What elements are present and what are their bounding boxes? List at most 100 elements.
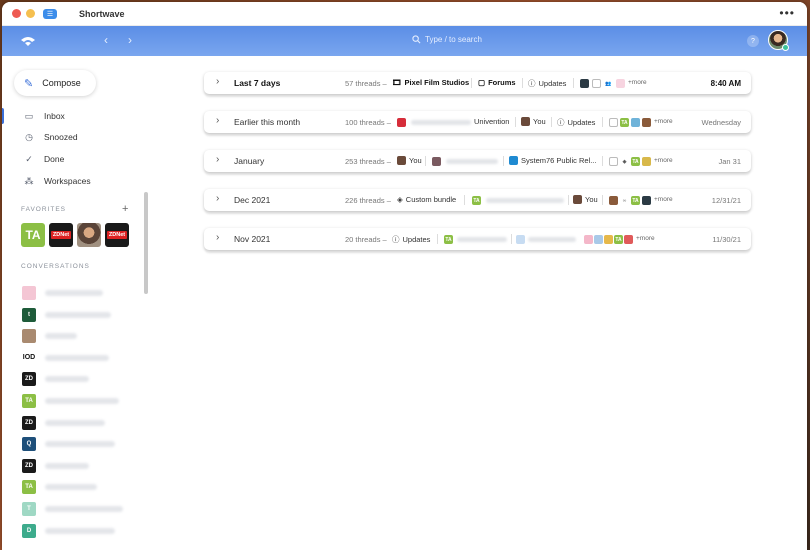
divider (515, 117, 516, 127)
compose-button[interactable]: ✎ Compose (14, 70, 96, 96)
conversation-item[interactable]: Q (22, 437, 115, 452)
conversation-item[interactable] (22, 286, 103, 300)
conversation-item[interactable]: D (22, 523, 115, 538)
info-icon: ⓘ (528, 79, 536, 88)
redacted-conversation-name (45, 506, 123, 512)
shortwave-logo-icon[interactable] (20, 34, 36, 48)
redacted-conversation-name (45, 462, 89, 469)
divider (573, 78, 574, 88)
more-senders: +more (636, 235, 655, 242)
back-button[interactable]: ‹ (104, 33, 108, 47)
favorite-person-avatar[interactable] (77, 223, 101, 247)
group-title: January (234, 156, 265, 166)
title-bar: ☰ Shortwave ••• (2, 2, 807, 26)
group-title: Dec 2021 (234, 195, 271, 205)
help-button[interactable]: ? (747, 35, 759, 47)
search-placeholder: Type / to search (425, 35, 482, 44)
info-icon: ⓘ (557, 118, 565, 127)
thread-list: › Last 7 days 57 threads – 🎞 Pixel Film S… (150, 56, 807, 550)
favorites-heading: FAVORITES (21, 206, 66, 213)
user-avatar-icon (397, 156, 406, 165)
thread-count: 253 threads – (345, 157, 391, 166)
thread-group-dec-2021[interactable]: › Dec 2021 226 threads – ◈ Custom bundle … (204, 189, 751, 211)
sender-avatar-icon (397, 118, 406, 127)
thread-count: 57 threads – (345, 79, 387, 88)
chevron-right-icon[interactable]: › (216, 193, 219, 204)
top-bar: ‹ › Type / to search ? (2, 26, 807, 56)
divider (425, 156, 426, 166)
user-avatar[interactable] (768, 30, 789, 51)
workspaces-icon: ⁂ (24, 175, 34, 186)
conversation-item[interactable]: TA (22, 394, 119, 408)
sender-avatar-icon (604, 235, 613, 244)
redacted-conversation-name (45, 419, 105, 426)
thread-group-earlier-this-month[interactable]: › Earlier this month 100 threads – Unive… (204, 111, 751, 133)
conversation-avatar-icon (22, 329, 36, 344)
redacted-sender (446, 159, 498, 164)
sender-chip: System76 Public Rel... (509, 156, 596, 165)
search-input[interactable]: Type / to search (412, 35, 482, 44)
conversation-item[interactable]: T (22, 502, 123, 516)
sender-avatar-icon (616, 79, 625, 88)
sender-avatar-icon (594, 235, 603, 244)
chevron-right-icon[interactable]: › (216, 76, 219, 87)
add-favorite-button[interactable]: + (122, 203, 128, 215)
thread-group-last-7-days[interactable]: › Last 7 days 57 threads – 🎞 Pixel Film S… (204, 72, 751, 94)
bundle-chip: ◈ Custom bundle (397, 195, 457, 204)
conversation-avatar-icon: D (22, 523, 36, 538)
conversation-item[interactable]: ZD (22, 372, 89, 387)
conversation-item[interactable]: IOD (22, 350, 109, 365)
conversation-item[interactable] (22, 329, 77, 344)
sidebar-item-done[interactable]: ✓ Done (2, 149, 142, 169)
conversation-item[interactable]: ZD (22, 415, 105, 430)
thread-group-january[interactable]: › January 253 threads – You System76 Pub… (204, 150, 751, 172)
conversation-avatar-icon: TA (22, 394, 36, 408)
sidebar-scrollbar[interactable] (144, 192, 148, 294)
conversation-item[interactable]: t (22, 307, 111, 322)
forums-icon: ▢ (478, 78, 486, 87)
close-window-button[interactable] (12, 9, 21, 18)
conversation-item[interactable]: ZD (22, 458, 89, 473)
divider (602, 195, 603, 205)
ta-icon: TA (472, 196, 481, 205)
ta-icon: TA (444, 235, 453, 244)
sidebar: ✎ Compose ▭ Inbox ◷ Snoozed ✓ Done ⁂ Wor… (2, 56, 150, 550)
more-senders: +more (654, 196, 673, 203)
sidebar-item-workspaces[interactable]: ⁂ Workspaces (2, 171, 142, 191)
app-badge-icon: ☰ (43, 8, 57, 19)
divider (602, 117, 603, 127)
conversation-item[interactable]: TA (22, 480, 97, 495)
conversation-avatar-icon: ZD (22, 458, 36, 473)
group-date: 12/31/21 (711, 196, 741, 205)
chevron-right-icon[interactable]: › (216, 115, 219, 126)
forward-button[interactable]: › (128, 33, 132, 47)
search-icon (412, 35, 421, 44)
sidebar-item-inbox[interactable]: ▭ Inbox (2, 106, 142, 126)
group-date: 8:40 AM (710, 79, 741, 88)
window-menu-button[interactable]: ••• (779, 6, 795, 20)
updates-chip: ⓘ Updates (557, 118, 596, 127)
sender-chip: Univention (474, 117, 510, 126)
divider (464, 195, 465, 205)
chevron-right-icon[interactable]: › (216, 154, 219, 165)
favorite-zdnet[interactable]: ZDNet (105, 223, 129, 247)
conversation-avatar-icon (22, 286, 36, 300)
thread-group-nov-2021[interactable]: › Nov 2021 20 threads – ⓘ Updates TA TA +… (204, 228, 751, 250)
favorite-zdnet[interactable]: ZDNet (49, 223, 73, 247)
minimize-window-button[interactable] (26, 9, 35, 18)
favorite-ta[interactable]: TA (21, 223, 45, 247)
redacted-conversation-name (45, 398, 119, 404)
redacted-conversation-name (45, 311, 111, 318)
chevron-right-icon[interactable]: › (216, 232, 219, 243)
divider (551, 117, 552, 127)
divider (602, 156, 603, 166)
sender-avatar-icon (642, 118, 651, 127)
group-date: Wednesday (701, 118, 741, 127)
redacted-conversation-name (45, 376, 89, 383)
conversations-heading: CONVERSATIONS (21, 263, 90, 270)
thread-count: 20 threads – (345, 235, 387, 244)
window-controls: ☰ (12, 8, 57, 19)
check-icon: ✓ (25, 153, 33, 164)
sender-avatar-icon (584, 235, 593, 244)
sidebar-item-snoozed[interactable]: ◷ Snoozed (2, 127, 142, 147)
